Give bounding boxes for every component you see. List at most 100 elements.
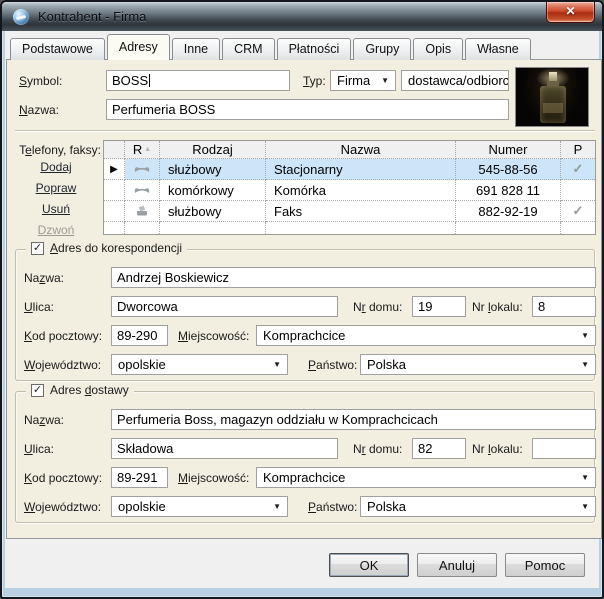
del-wojewodztwo-label: Województwo:: [24, 500, 101, 514]
col-header-rodzaj[interactable]: Rodzaj: [160, 141, 266, 159]
corr-panstwo-label: Państwo:: [308, 358, 357, 372]
corr-nr-domu-value: 19: [418, 299, 432, 314]
correspondence-checkbox[interactable]: ✓: [31, 242, 44, 255]
cell-p-check[interactable]: [561, 180, 595, 201]
corr-kod-input[interactable]: 89-290: [111, 325, 168, 346]
cell-nazwa[interactable]: Faks: [266, 201, 456, 222]
corr-nr-lokalu-input[interactable]: 8: [532, 296, 596, 317]
del-panstwo-value: Polska: [367, 499, 406, 514]
corr-miejscowosc-value: Komprachcice: [263, 328, 345, 343]
corr-kod-value: 89-290: [117, 328, 157, 343]
edit-phone-link[interactable]: Popraw: [36, 180, 77, 196]
add-phone-link[interactable]: Dodaj: [40, 159, 71, 175]
phone-icon: [134, 164, 150, 174]
col-header-r[interactable]: R▲: [125, 141, 160, 159]
cell-rodzaj[interactable]: komórkowy: [160, 180, 266, 201]
cell-nazwa[interactable]: Stacjonarny: [266, 159, 456, 180]
delivery-title-label: Adres dostawy: [50, 383, 129, 397]
tab-wlasne[interactable]: Własne: [465, 38, 531, 60]
corr-nr-lokalu-label: Nr lokalu:: [472, 300, 523, 314]
col-header-selector: [104, 141, 125, 159]
cell-p-check[interactable]: ✓: [561, 201, 595, 222]
typ-label: Typ:: [303, 74, 326, 88]
row-selector[interactable]: ▶: [104, 159, 125, 180]
del-wojewodztwo-value: opolskie: [118, 499, 166, 514]
col-header-p[interactable]: P: [561, 141, 595, 159]
fax-icon: [135, 205, 149, 217]
tab-grupy[interactable]: Grupy: [353, 38, 411, 60]
delivery-address-group: ✓ Adres dostawy Nazwa: Perfumeria Boss, …: [15, 391, 595, 523]
table-row[interactable]: [125, 159, 160, 180]
corr-nazwa-input[interactable]: Andrzej Boskiewicz: [111, 267, 596, 288]
tab-opis[interactable]: Opis: [413, 38, 463, 60]
phone-icon: [134, 185, 150, 195]
phones-table: R▲ Rodzaj Nazwa Numer P ▶ służbowy Stacj…: [103, 140, 596, 235]
col-header-numer[interactable]: Numer: [456, 141, 561, 159]
cell-rodzaj[interactable]: służbowy: [160, 201, 266, 222]
corr-ulica-input[interactable]: Dworcowa: [111, 296, 338, 317]
delete-phone-link[interactable]: Usuń: [42, 201, 70, 217]
cell-p-check[interactable]: ✓: [561, 159, 595, 180]
tab-platnosci[interactable]: Płatności: [277, 38, 352, 60]
del-kod-value: 89-291: [117, 470, 157, 485]
corr-miejscowosc-select[interactable]: Komprachcice ▼: [256, 325, 596, 346]
table-row[interactable]: [125, 180, 160, 201]
corr-nr-domu-input[interactable]: 19: [412, 296, 466, 317]
tab-adresy[interactable]: Adresy: [107, 34, 170, 60]
cell-nazwa[interactable]: Komórka: [266, 180, 456, 201]
col-header-nazwa[interactable]: Nazwa: [266, 141, 456, 159]
del-ulica-label: Ulica:: [24, 442, 54, 456]
del-ulica-input[interactable]: Składowa: [111, 438, 338, 459]
chevron-down-icon: ▼: [581, 360, 589, 369]
del-kod-label: Kod pocztowy:: [24, 471, 102, 485]
tab-crm[interactable]: CRM: [222, 38, 274, 60]
chevron-down-icon: ▼: [381, 76, 389, 85]
dial-phone-link: Dzwoń: [38, 222, 75, 238]
chevron-down-icon: ▼: [581, 502, 589, 511]
del-miejscowosc-select[interactable]: Komprachcice ▼: [256, 467, 596, 488]
supplier-type-select[interactable]: dostawca/odbiorca ▼: [401, 70, 509, 91]
symbol-input[interactable]: BOSS: [106, 70, 290, 91]
nazwa-input[interactable]: Perfumeria BOSS: [106, 99, 509, 120]
del-nazwa-value: Perfumeria Boss, magazyn oddziału w Komp…: [117, 412, 438, 427]
tab-strip: Podstawowe Adresy Inne CRM Płatności Gru…: [10, 35, 533, 60]
ok-button[interactable]: OK: [329, 553, 409, 577]
del-panstwo-label: Państwo:: [308, 500, 357, 514]
phones-section-label: Telefony, faksy:: [11, 143, 101, 157]
tab-inne[interactable]: Inne: [172, 38, 220, 60]
cancel-button[interactable]: Anuluj: [417, 553, 497, 577]
corr-wojewodztwo-select[interactable]: opolskie ▼: [111, 354, 288, 375]
empty-row-cell: [266, 222, 456, 234]
cell-rodzaj[interactable]: służbowy: [160, 159, 266, 180]
typ-select[interactable]: Firma ▼: [330, 70, 396, 91]
row-selector[interactable]: [104, 201, 125, 222]
corr-nazwa-value: Andrzej Boskiewicz: [117, 270, 229, 285]
delivery-checkbox[interactable]: ✓: [31, 384, 44, 397]
row-selector[interactable]: [104, 180, 125, 201]
corr-panstwo-select[interactable]: Polska ▼: [360, 354, 596, 375]
corr-nazwa-label: Nazwa:: [24, 271, 64, 285]
corr-wojewodztwo-label: Województwo:: [24, 358, 101, 372]
cell-numer[interactable]: 691 828 11: [456, 180, 561, 201]
del-nazwa-input[interactable]: Perfumeria Boss, magazyn oddziału w Komp…: [111, 409, 596, 430]
delivery-group-title: ✓ Adres dostawy: [26, 383, 134, 397]
del-nr-domu-input[interactable]: 82: [412, 438, 466, 459]
del-wojewodztwo-select[interactable]: opolskie ▼: [111, 496, 288, 517]
chevron-down-icon: ▼: [273, 360, 281, 369]
separator: [15, 130, 595, 132]
empty-row-cell: [125, 222, 160, 234]
correspondence-group-title: ✓ Adres do korespondencji: [26, 241, 187, 255]
table-row[interactable]: [125, 201, 160, 222]
window-title: Kontrahent - Firma: [38, 2, 146, 31]
del-nr-domu-value: 82: [418, 441, 432, 456]
help-button[interactable]: Pomoc: [505, 553, 585, 577]
close-button[interactable]: ✕: [546, 2, 595, 23]
tab-podstawowe[interactable]: Podstawowe: [10, 38, 105, 60]
del-kod-input[interactable]: 89-291: [111, 467, 168, 488]
cell-numer[interactable]: 882-92-19: [456, 201, 561, 222]
del-nr-lokalu-input[interactable]: [532, 438, 596, 459]
chevron-down-icon: ▼: [581, 331, 589, 340]
cell-numer[interactable]: 545-88-56: [456, 159, 561, 180]
current-row-indicator: ▶: [110, 164, 118, 175]
del-panstwo-select[interactable]: Polska ▼: [360, 496, 596, 517]
